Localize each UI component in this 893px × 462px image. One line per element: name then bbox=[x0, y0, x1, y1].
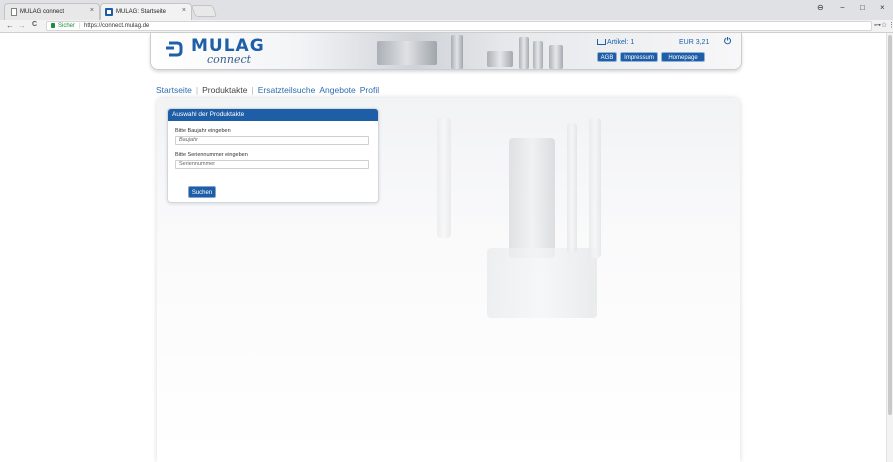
background-bolt-image bbox=[567, 123, 577, 253]
panel-title: Auswahl der Produktakte bbox=[168, 109, 378, 121]
close-tab-icon[interactable]: × bbox=[182, 7, 186, 14]
menu-item-produktakte[interactable]: Produktakte bbox=[202, 85, 247, 95]
menu-item-startseite[interactable]: Startseite bbox=[156, 85, 192, 95]
header-bolt-image bbox=[519, 37, 529, 69]
seriennummer-input[interactable]: Seriennummer bbox=[175, 160, 369, 169]
bookmark-star-icon[interactable]: ☆ bbox=[881, 21, 887, 29]
header-bolt-image bbox=[549, 45, 563, 69]
back-arrow-icon[interactable]: ← bbox=[6, 21, 14, 30]
cart-icon bbox=[597, 39, 606, 46]
cart-total: EUR 3,21 bbox=[679, 39, 710, 46]
header-bolt-image bbox=[487, 51, 513, 67]
page-icon bbox=[11, 8, 17, 16]
impressum-button[interactable]: Impressum bbox=[620, 52, 658, 62]
site-header: MULAG connect Artikel: 1 EUR 3,21 ⏻ AGB … bbox=[150, 33, 742, 70]
forward-arrow-icon[interactable]: → bbox=[18, 21, 26, 30]
key-icon[interactable]: ⊶ bbox=[874, 21, 881, 29]
background-bolt-image bbox=[589, 118, 601, 258]
url-input[interactable]: Sicher | https://connect.mulag.de bbox=[46, 21, 872, 31]
menu-item-ersatzteilsuche[interactable]: Ersatzteilsuche bbox=[258, 85, 316, 95]
produktakte-panel: Auswahl der Produktakte Bitte Baujahr ei… bbox=[167, 108, 379, 203]
url-separator: | bbox=[79, 23, 81, 29]
menu-divider: | bbox=[195, 85, 199, 95]
mulag-favicon-icon bbox=[105, 8, 113, 16]
scrollbar-thumb[interactable] bbox=[888, 35, 892, 415]
content-area: Auswahl der Produktakte Bitte Baujahr ei… bbox=[157, 98, 740, 462]
web-page: MULAG connect Artikel: 1 EUR 3,21 ⏻ AGB … bbox=[0, 33, 893, 462]
cart-count: Artikel: 1 bbox=[607, 39, 635, 46]
header-bolt-image bbox=[377, 41, 437, 65]
background-bolt-image bbox=[437, 118, 451, 238]
tab-label: MULAG: Startseite bbox=[116, 9, 167, 15]
menu-item-angebote[interactable]: Angebote bbox=[319, 85, 355, 95]
seriennummer-label: Bitte Seriennummer eingeben bbox=[175, 152, 248, 158]
minimize-icon[interactable]: − bbox=[840, 3, 845, 12]
browser-tab-mulag-startseite[interactable]: MULAG: Startseite × bbox=[100, 3, 192, 20]
mulag-logo-icon bbox=[166, 41, 183, 57]
homepage-button[interactable]: Homepage bbox=[661, 52, 705, 62]
logout-power-icon[interactable]: ⏻ bbox=[724, 36, 731, 47]
background-bolt-image bbox=[487, 248, 597, 318]
maximize-icon[interactable]: □ bbox=[860, 3, 865, 12]
browser-menu-icon[interactable]: ⋮ bbox=[888, 21, 893, 29]
url-text: https://connect.mulag.de bbox=[84, 23, 150, 29]
browser-tab-bar: MULAG connect × MULAG: Startseite × ⊖ − … bbox=[0, 0, 893, 20]
header-bolt-image bbox=[451, 35, 463, 69]
page-scrollbar[interactable] bbox=[886, 33, 893, 462]
background-bolt-image bbox=[509, 138, 555, 258]
header-bolt-image bbox=[533, 41, 543, 69]
main-menu: Startseite | Produktakte | Ersatzteilsuche An… bbox=[156, 85, 383, 95]
browser-tab-mulag-connect[interactable]: MULAG connect × bbox=[4, 3, 100, 20]
browser-address-bar: ← → C Sicher | https://connect.mulag.de bbox=[0, 20, 893, 33]
baujahr-input[interactable]: Baujahr bbox=[175, 136, 369, 145]
secure-label: Sicher bbox=[58, 23, 76, 29]
reload-icon[interactable]: C bbox=[32, 21, 37, 28]
lock-icon bbox=[51, 23, 55, 28]
baujahr-label: Bitte Baujahr eingeben bbox=[175, 128, 231, 134]
menu-item-profil[interactable]: Profil bbox=[360, 85, 379, 95]
agb-button[interactable]: AGB bbox=[597, 52, 617, 62]
user-profile-icon[interactable]: ⊖ bbox=[817, 3, 824, 12]
tab-label: MULAG connect bbox=[20, 9, 65, 15]
close-window-icon[interactable]: × bbox=[880, 3, 885, 12]
cart-link[interactable]: Artikel: 1 bbox=[597, 39, 634, 46]
menu-divider: | bbox=[251, 85, 254, 95]
logo-subtitle: connect bbox=[207, 53, 252, 66]
new-tab-button[interactable] bbox=[190, 5, 218, 17]
search-button[interactable]: Suchen bbox=[188, 186, 216, 198]
close-tab-icon[interactable]: × bbox=[90, 7, 94, 14]
